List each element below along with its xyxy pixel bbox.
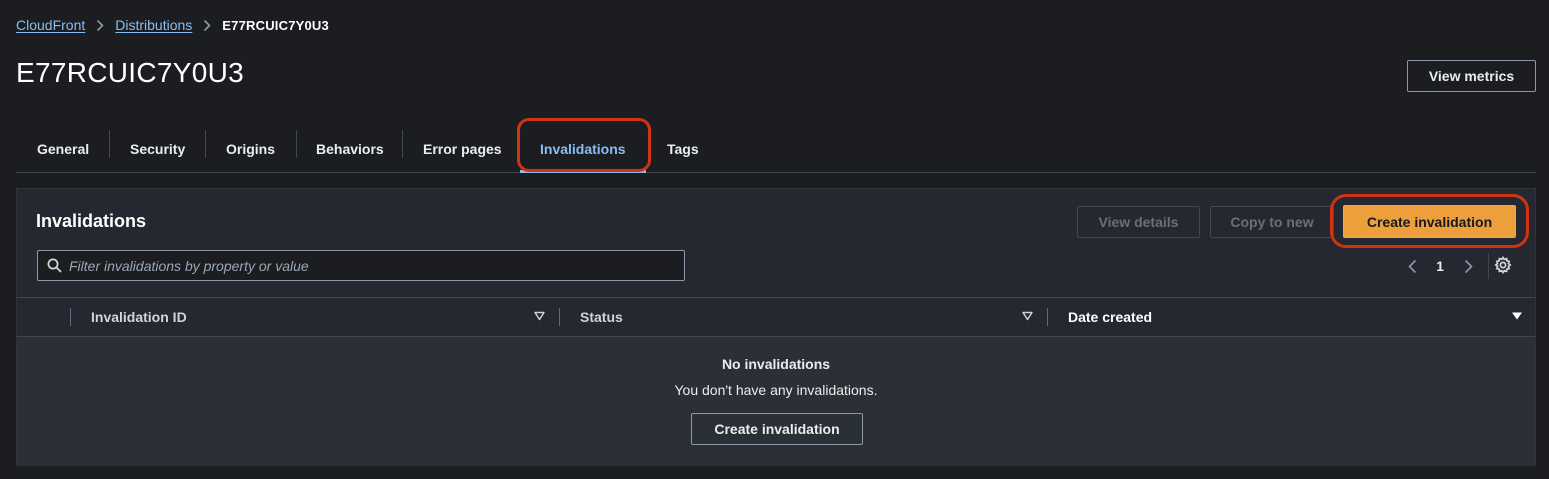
column-divider [70,308,71,326]
caret-down-icon[interactable] [1511,311,1523,321]
filter-field[interactable] [37,250,685,281]
tab-divider [296,130,297,158]
panel-title: Invalidations [36,211,147,231]
column-header-invalidation-id[interactable]: Invalidation ID [91,298,187,336]
tab-origins[interactable]: Origins [226,126,275,172]
tab-invalidations[interactable]: Invalidations [520,126,646,173]
page-title: E77RCUIC7Y0U3 [16,57,244,88]
tab-error-pages[interactable]: Error pages [423,126,502,172]
pagination-current-page[interactable]: 1 [1422,258,1458,274]
breadcrumb-distributions-link[interactable]: Distributions [115,17,192,33]
breadcrumb-cloudfront-link[interactable]: CloudFront [16,17,85,33]
create-invalidation-button[interactable]: Create invalidation [1343,205,1516,238]
tab-general[interactable]: General [37,126,89,172]
empty-state-create-invalidation-button[interactable]: Create invalidation [691,413,863,445]
tab-divider [205,130,206,158]
breadcrumb: CloudFront Distributions E77RCUIC7Y0U3 [16,15,329,35]
column-header-date-created[interactable]: Date created [1068,298,1152,336]
view-metrics-button[interactable]: View metrics [1407,60,1536,92]
caret-down-icon[interactable] [1022,311,1033,321]
pagination: 1 [1402,255,1478,277]
cloudfront-distribution-page: CloudFront Distributions E77RCUIC7Y0U3 E… [0,0,1549,479]
chevron-right-icon [96,19,104,32]
breadcrumb-current: E77RCUIC7Y0U3 [222,17,329,33]
column-divider [559,308,560,326]
tab-divider [109,130,110,158]
table-header: Invalidation ID Status Date created [17,297,1535,337]
invalidations-panel: Invalidations View details Copy to new C… [16,188,1536,466]
search-icon [47,258,62,273]
gear-icon[interactable] [1494,256,1512,274]
view-details-button[interactable]: View details [1077,206,1200,238]
column-divider [1047,308,1048,326]
caret-down-icon[interactable] [534,311,545,321]
chevron-right-icon[interactable] [1458,259,1478,274]
chevron-right-icon [203,19,211,32]
tab-behaviors[interactable]: Behaviors [316,126,384,172]
chevron-left-icon[interactable] [1402,259,1422,274]
tab-bar: General Security Origins Behaviors Error… [16,126,1536,173]
table-body-empty: No invalidations You don't have any inva… [17,337,1535,466]
tab-tags[interactable]: Tags [667,126,699,172]
copy-to-new-button[interactable]: Copy to new [1210,206,1334,238]
empty-state-description: You don't have any invalidations. [674,382,878,398]
filter-input[interactable] [69,251,684,280]
pagination-divider [1488,253,1489,279]
tab-divider [402,130,403,158]
tab-security[interactable]: Security [130,126,185,172]
column-header-status[interactable]: Status [580,298,623,336]
empty-state-title: No invalidations [721,356,831,372]
